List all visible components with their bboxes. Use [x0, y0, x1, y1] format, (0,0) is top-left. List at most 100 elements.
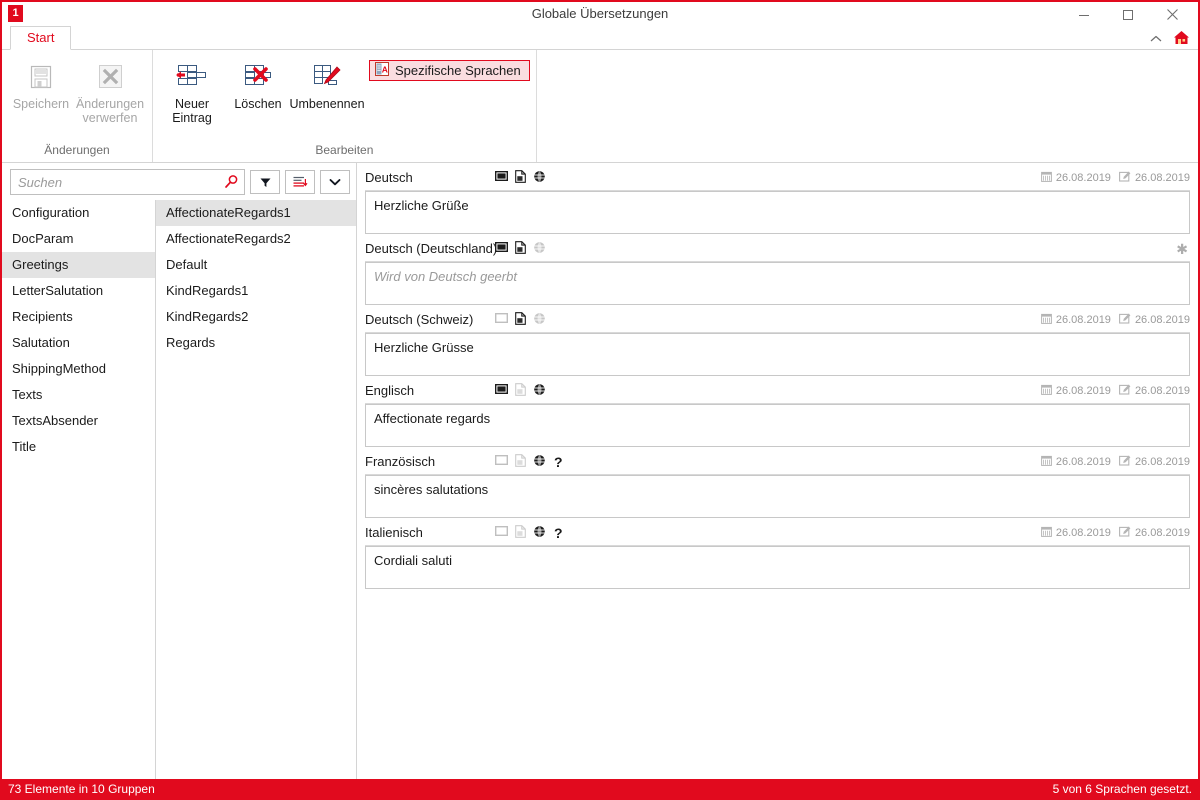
screen-toggle[interactable] [494, 454, 509, 469]
language-label: Englisch [365, 383, 415, 398]
screen-icon [494, 454, 509, 466]
edit-icon-wrap [1118, 171, 1131, 185]
group-list[interactable]: Configuration DocParam Greetings LetterSalu… [2, 200, 156, 779]
screen-toggle[interactable] [494, 383, 509, 398]
ribbon-tabstrip: Start [2, 26, 1198, 50]
calendar-icon [1040, 171, 1052, 182]
group-list-item[interactable]: Texts [2, 382, 155, 408]
document-toggle[interactable] [515, 240, 526, 257]
document-toggle[interactable] [515, 169, 526, 186]
filter-button[interactable] [250, 170, 280, 194]
screen-toggle[interactable] [494, 525, 509, 540]
discard-changes-label: Änderungen verwerfen [75, 97, 145, 125]
group-list-item[interactable]: DocParam [2, 226, 155, 252]
screen-icon [494, 312, 509, 324]
screen-icon [494, 383, 509, 395]
screen-toggle[interactable] [494, 241, 509, 256]
group-list-item[interactable]: LetterSalutation [2, 278, 155, 304]
entry-list-item[interactable]: KindRegards1 [156, 278, 356, 304]
screen-icon [494, 170, 509, 182]
tab-start[interactable]: Start [10, 26, 72, 50]
language-state-icons [494, 311, 546, 328]
home-button[interactable] [1173, 30, 1190, 48]
search-icon [224, 174, 237, 188]
document-toggle[interactable] [515, 311, 526, 328]
edit-pencil-icon [1118, 313, 1131, 324]
question-mark-icon[interactable]: ? [554, 526, 563, 540]
entry-list-item[interactable]: Regards [156, 330, 356, 356]
translation-textbox[interactable]: sincères salutations [365, 475, 1190, 518]
date-info: 26.08.2019 26.08.2019 [1040, 171, 1190, 185]
edit-pencil-icon [1118, 171, 1131, 182]
minimize-icon [1079, 14, 1089, 16]
modified-date: 26.08.2019 [1134, 171, 1190, 184]
group-list-item[interactable]: TextsAbsender [2, 408, 155, 434]
entry-list[interactable]: AffectionateRegards1 AffectionateRegards2… [156, 200, 356, 779]
globe-toggle[interactable] [533, 525, 546, 541]
collapse-ribbon-button[interactable] [1149, 32, 1163, 47]
screen-toggle[interactable] [494, 312, 509, 327]
globe-toggle[interactable] [533, 241, 546, 257]
document-icon [515, 240, 526, 254]
ribbon-group-label-aenderungen: Änderungen [44, 143, 110, 157]
ribbon-group-aenderungen: Speichern Änderungen verwerfen Änderunge… [2, 50, 153, 162]
calendar-icon [1040, 384, 1052, 395]
rename-label: Umbenennen [289, 97, 365, 111]
specific-languages-toggle[interactable]: A Spezifische Sprachen [369, 60, 530, 81]
discard-changes-button[interactable]: Änderungen verwerfen [74, 54, 146, 125]
home-icon [1174, 31, 1189, 44]
save-button[interactable]: Speichern [8, 54, 74, 111]
entry-list-item[interactable]: AffectionateRegards1 [156, 200, 356, 226]
screen-toggle[interactable] [494, 170, 509, 185]
new-entry-button[interactable]: Neuer Eintrag [159, 54, 225, 125]
search-button[interactable] [221, 172, 241, 190]
entry-list-item[interactable]: Default [156, 252, 356, 278]
globe-icon [534, 241, 545, 253]
globe-toggle[interactable] [533, 170, 546, 186]
group-list-item[interactable]: Title [2, 434, 155, 460]
translation-textbox[interactable]: Wird von Deutsch geerbt [365, 262, 1190, 305]
group-list-item[interactable]: ShippingMethod [2, 356, 155, 382]
globe-toggle[interactable] [533, 383, 546, 399]
translation-textbox[interactable]: Affectionate regards [365, 404, 1190, 447]
group-list-item[interactable]: Salutation [2, 330, 155, 356]
translation-row-header: Englisch 26.08.2019 26.08.2019 [365, 379, 1190, 404]
sort-button[interactable] [285, 170, 315, 194]
close-button[interactable] [1150, 3, 1194, 27]
delete-button[interactable]: Löschen [225, 54, 291, 111]
rename-button[interactable]: Umbenennen [289, 54, 365, 111]
language-state-icons [494, 169, 546, 186]
status-bar: 73 Elemente in 10 Gruppen 5 von 6 Sprach… [2, 779, 1198, 798]
more-options-button[interactable] [320, 170, 350, 194]
globe-toggle[interactable] [533, 454, 546, 470]
modified-date: 26.08.2019 [1134, 384, 1190, 397]
edit-pencil-icon [1118, 526, 1131, 537]
group-list-item[interactable]: Greetings [2, 252, 155, 278]
search-bar [2, 163, 356, 200]
translation-textbox[interactable]: Cordiali saluti [365, 546, 1190, 589]
discard-x-icon [94, 60, 126, 94]
search-input[interactable] [11, 171, 244, 193]
document-toggle[interactable] [515, 453, 526, 470]
language-state-icons: ? [494, 524, 563, 541]
entry-list-item[interactable]: KindRegards2 [156, 304, 356, 330]
calendar-icon [1040, 313, 1052, 324]
entry-list-item[interactable]: AffectionateRegards2 [156, 226, 356, 252]
group-list-item[interactable]: Recipients [2, 304, 155, 330]
date-info: 26.08.2019 26.08.2019 [1040, 384, 1190, 398]
translation-textbox[interactable]: Herzliche Grüsse [365, 333, 1190, 376]
maximize-button[interactable] [1106, 3, 1150, 27]
group-list-item[interactable]: Configuration [2, 200, 155, 226]
translation-row: Deutsch (Deutschland) ✱ Wird von Deutsch … [365, 237, 1190, 305]
language-label: Italienisch [365, 525, 423, 540]
minimize-button[interactable] [1062, 3, 1106, 27]
delete-label: Löschen [234, 97, 282, 111]
question-mark-icon[interactable]: ? [554, 455, 563, 469]
rename-row-icon [308, 60, 346, 94]
document-toggle[interactable] [515, 382, 526, 399]
ribbon-empty-area [537, 50, 1198, 162]
globe-toggle[interactable] [533, 312, 546, 328]
translation-textbox[interactable]: Herzliche Grüße [365, 191, 1190, 234]
document-toggle[interactable] [515, 524, 526, 541]
window-title: Globale Übersetzungen [531, 6, 669, 21]
